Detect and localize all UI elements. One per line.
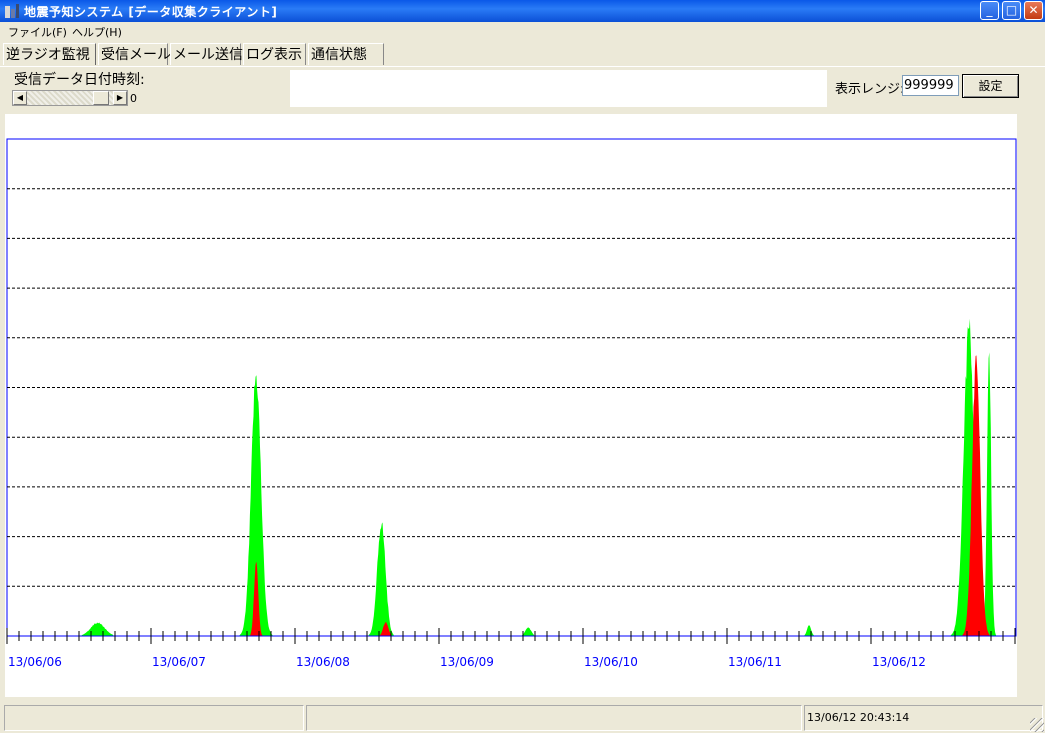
scroll-value: 0 <box>130 92 137 105</box>
close-button[interactable]: ✕ <box>1024 1 1043 20</box>
x-tick-label: 13/06/11 <box>728 655 782 669</box>
series-area-green <box>7 318 1016 636</box>
tab-divider <box>0 66 1045 67</box>
tab-comm-status[interactable]: 通信状態 <box>308 43 384 65</box>
range-input[interactable]: 999999 <box>902 75 959 96</box>
scroll-left-icon[interactable]: ◀ <box>13 91 27 105</box>
series-area-red <box>7 355 1016 636</box>
scroll-thumb[interactable] <box>93 91 109 105</box>
chart-area: 13/06/06 13/06/07 13/06/08 13/06/09 13/06/10… <box>5 114 1017 697</box>
status-bar: 13/06/12 20:43:14 <box>0 702 1045 733</box>
x-tick-label: 13/06/06 <box>8 655 62 669</box>
range-label: 表示レンジ: <box>835 82 905 97</box>
resize-grip[interactable] <box>1030 718 1044 732</box>
x-tick-label: 13/06/07 <box>152 655 206 669</box>
title-bar: 地震予知システム [データ収集クライアント] _ □ ✕ <box>0 0 1045 22</box>
waveform-chart: 13/06/06 13/06/07 13/06/08 13/06/09 13/06/10… <box>6 138 1017 669</box>
x-tick-label: 13/06/10 <box>584 655 638 669</box>
received-date-label: 受信データ日付時刻: <box>14 72 145 88</box>
minimize-button[interactable]: _ <box>980 1 999 20</box>
tab-strip: 逆ラジオ監視 受信メール メール送信 ログ表示 通信状態 <box>0 43 1045 67</box>
menu-file[interactable]: ファイル(F) <box>8 24 67 40</box>
x-tick-label: 13/06/08 <box>296 655 350 669</box>
status-pane-2 <box>306 705 802 731</box>
status-time: 13/06/12 20:43:14 <box>804 705 1043 731</box>
tab-received-mail[interactable]: 受信メール <box>98 43 171 65</box>
tab-log[interactable]: ログ表示 <box>243 43 306 65</box>
x-tick-label: 13/06/09 <box>440 655 494 669</box>
menu-help[interactable]: ヘルプ(H) <box>72 24 122 40</box>
status-pane-1 <box>4 705 304 731</box>
set-button[interactable]: 設定 <box>962 74 1019 98</box>
window-title: 地震予知システム [データ収集クライアント] <box>24 5 278 19</box>
scroll-right-icon[interactable]: ▶ <box>113 91 127 105</box>
tab-send-mail[interactable]: メール送信 <box>170 43 243 65</box>
date-scrollbar[interactable]: ◀ ▶ <box>12 90 128 106</box>
maximize-button[interactable]: □ <box>1002 1 1021 20</box>
x-tick-label: 13/06/12 <box>872 655 926 669</box>
menu-bar: ファイル(F) ヘルプ(H) <box>0 22 1045 40</box>
info-display <box>290 70 827 107</box>
app-icon <box>5 4 19 18</box>
tab-reverse-radio[interactable]: 逆ラジオ監視 <box>3 43 96 65</box>
